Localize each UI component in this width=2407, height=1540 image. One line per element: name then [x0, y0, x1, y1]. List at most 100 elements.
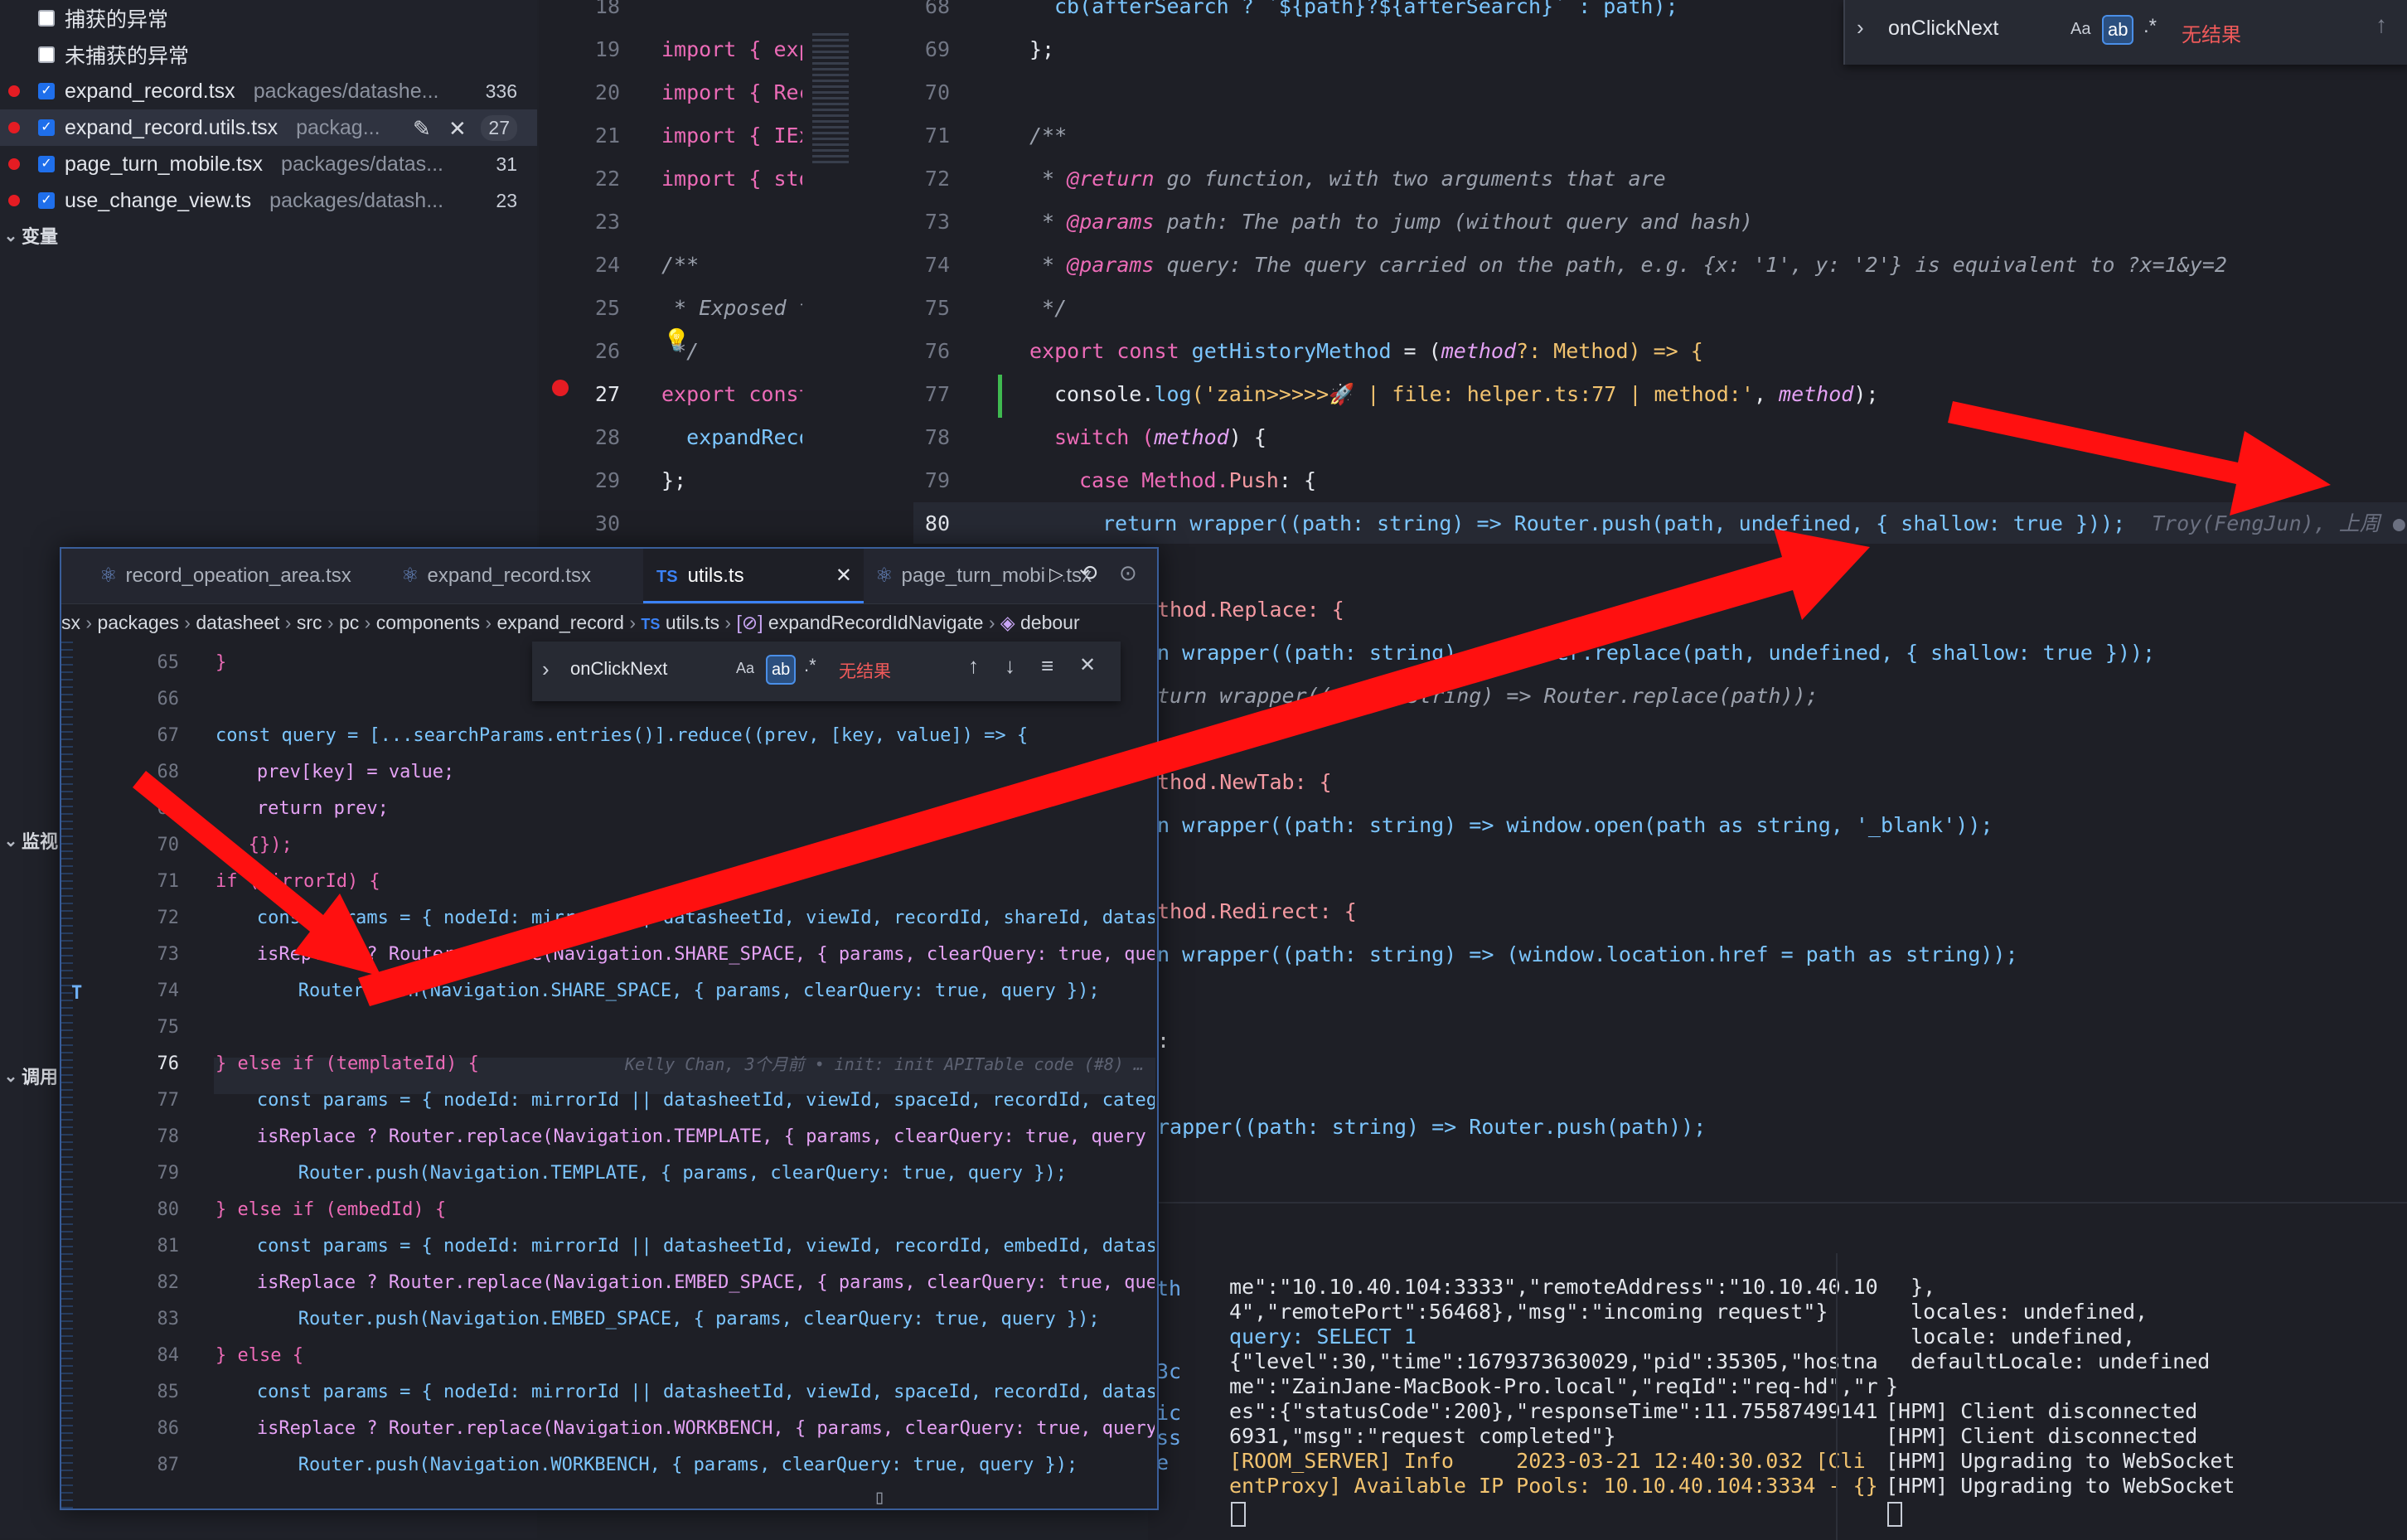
- react-icon: ⚛: [99, 564, 118, 587]
- line-number: 82: [157, 1272, 180, 1293]
- keyword: export const: [1029, 339, 1192, 363]
- chevron-right-icon[interactable]: ›: [542, 656, 550, 682]
- keyword: switch (: [1054, 425, 1155, 449]
- callstack-section-header[interactable]: ⌄ 调用: [0, 1061, 58, 1091]
- floating-editor-window[interactable]: ⚛ record_opeation_area.tsx ⚛ expand_record…: [60, 547, 1159, 1510]
- checkbox[interactable]: ✓: [38, 119, 55, 136]
- breadcrumb-item[interactable]: utils.ts: [666, 612, 719, 633]
- terminal-split-divider[interactable]: [1836, 1253, 1838, 1540]
- code-line: }, {});: [216, 835, 293, 855]
- exception-caught-row[interactable]: 捕获的异常: [0, 0, 537, 36]
- checkbox[interactable]: ✓: [38, 156, 55, 172]
- terminal-line: es":{"statusCode":200},"responseTime":11…: [1229, 1399, 1878, 1423]
- close-icon[interactable]: ✕: [448, 116, 467, 141]
- breadcrumb-item[interactable]: datasheet: [196, 612, 279, 633]
- breakpoint-path: packages/datashe...: [253, 79, 439, 103]
- breadcrumb-item[interactable]: expandRecordIdNavigate: [768, 612, 984, 633]
- find-input[interactable]: onClickNext: [1888, 17, 1998, 41]
- minimap[interactable]: [812, 33, 849, 166]
- breadcrumb-item[interactable]: components: [376, 612, 480, 633]
- code-line: };: [661, 468, 687, 492]
- arrow-down-icon[interactable]: ↓: [1005, 653, 1015, 679]
- breakpoint-actions: ✎ ✕: [413, 116, 467, 142]
- whole-word-button[interactable]: ab: [766, 655, 797, 685]
- breakpoint-row[interactable]: ✓ expand_record.tsx packages/datashe... …: [0, 73, 537, 109]
- breadcrumb-item[interactable]: packages: [97, 612, 178, 633]
- line-number: 74: [157, 981, 180, 1001]
- variables-section-header[interactable]: ⌄ 变量: [0, 220, 537, 250]
- breakpoint-row-active[interactable]: ✓ expand_record.utils.tsx packag... ✎ ✕ …: [0, 109, 537, 146]
- exception-label: 捕获的异常: [65, 8, 169, 31]
- watch-section-header[interactable]: ⌄ 监视: [0, 826, 58, 855]
- code-line: /**: [1029, 123, 1068, 148]
- editor-pane-middle[interactable]: 💡 18 19 20 21 22 23 24 25 26 27 28 29 30…: [539, 0, 913, 547]
- code-line: import { store }: [661, 167, 802, 191]
- section-label: 变量: [22, 226, 59, 247]
- code-line: Router.push(Navigation.SHARE_SPACE, { pa…: [254, 981, 1100, 1001]
- find-widget[interactable]: › onClickNext Aa ab .* 无结果 ↑: [1843, 0, 2407, 65]
- tab-label: utils.ts: [687, 564, 744, 587]
- chevron-down-icon: ⌄: [3, 831, 18, 850]
- checkbox[interactable]: [38, 10, 55, 27]
- terminal-line: 4","remotePort":56468},"msg":"incoming r…: [1229, 1300, 1828, 1324]
- keyword: case Method.: [1079, 468, 1229, 492]
- breadcrumb-item[interactable]: debour: [1020, 612, 1080, 633]
- checkbox[interactable]: [38, 46, 55, 63]
- regex-button[interactable]: .*: [804, 655, 816, 676]
- code-line: thod.NewTab: {: [1157, 770, 1332, 794]
- close-icon[interactable]: ✕: [1079, 653, 1096, 677]
- line-number: 21: [594, 123, 620, 148]
- comment-text: query: The query carried on the path, e.…: [1154, 253, 2227, 277]
- arrow-up-icon[interactable]: ↑: [968, 653, 979, 679]
- line-number: 65: [157, 652, 180, 673]
- terminal-text: ss: [1156, 1426, 1182, 1450]
- history-icon[interactable]: ⟲: [1079, 560, 1097, 586]
- section-label: 监视: [22, 831, 59, 852]
- checkbox[interactable]: ✓: [38, 192, 55, 209]
- breadcrumb-item[interactable]: src: [297, 612, 322, 633]
- compare-icon[interactable]: ⊙: [1119, 560, 1137, 586]
- code-line: expandRecordIr: [686, 425, 802, 449]
- terminal-panel[interactable]: th 3c ic ss e me":"10.10.40.104:3333","r…: [1148, 1202, 2407, 1540]
- exception-uncaught-row[interactable]: 未捕获的异常: [0, 36, 537, 73]
- breakpoint-row[interactable]: ✓ use_change_view.ts packages/datash... …: [0, 182, 537, 219]
- edit-icon[interactable]: ✎: [413, 116, 431, 141]
- string: ('zain>>>>>🚀 | file: helper.ts:77 | meth…: [1191, 382, 1754, 406]
- tab-expand-record[interactable]: ⚛ expand_record.tsx: [401, 549, 666, 603]
- breakpoints-list: 捕获的异常 未捕获的异常 ✓ expand_record.tsx package…: [0, 0, 537, 250]
- breakpoint-row[interactable]: ✓ page_turn_mobile.tsx packages/datas...…: [0, 146, 537, 182]
- regex-button[interactable]: .*: [2143, 15, 2157, 38]
- terminal-line: },: [1886, 1275, 1936, 1299]
- find-widget[interactable]: › onClickNext Aa ab .* 无结果 ↑ ↓ ≡ ✕: [532, 642, 1121, 701]
- arrow-up-icon[interactable]: ↑: [2376, 12, 2387, 38]
- checkbox[interactable]: ✓: [38, 83, 55, 99]
- terminal-line: me":"ZainJane-MacBook-Pro.local","reqId"…: [1229, 1374, 1878, 1398]
- line-number: 75: [157, 1017, 180, 1038]
- terminal-line: locale: undefined,: [1886, 1324, 2136, 1349]
- breakpoint-dot-icon: [8, 85, 20, 97]
- chevron-down-icon: ⌄: [3, 226, 18, 245]
- breadcrumb-item[interactable]: sx: [61, 612, 80, 633]
- breadcrumb-item[interactable]: expand_record: [497, 612, 624, 633]
- whole-word-button[interactable]: ab: [2102, 15, 2134, 45]
- line-number: 80: [157, 1199, 180, 1220]
- terminal-text: ic: [1156, 1401, 1182, 1425]
- breakpoint-file: use_change_view.ts: [65, 188, 252, 212]
- play-icon[interactable]: ▷: [1044, 564, 1063, 585]
- line-number: 80: [924, 511, 950, 535]
- code-area[interactable]: T 65} 66 67 const query = [...searchParams.…: [61, 642, 1157, 1509]
- match-case-button[interactable]: Aa: [2070, 20, 2090, 39]
- find-input[interactable]: onClickNext: [570, 658, 667, 680]
- match-case-button[interactable]: Aa: [736, 660, 754, 677]
- tab-record-opeation-area[interactable]: ⚛ record_opeation_area.tsx: [99, 549, 390, 603]
- tab-utils-ts[interactable]: TS utils.ts ✕: [643, 549, 864, 603]
- react-icon: ⚛: [875, 564, 894, 587]
- line-number: 23: [594, 210, 620, 234]
- overview-ruler: [61, 642, 73, 1509]
- find-in-selection-icon[interactable]: ≡: [1041, 653, 1053, 679]
- breadcrumb-item[interactable]: pc: [339, 612, 359, 633]
- line-number: 84: [157, 1345, 180, 1366]
- code-line: export const getHistoryMethod = (method?…: [1029, 330, 1703, 373]
- close-icon[interactable]: ✕: [835, 549, 852, 603]
- chevron-right-icon[interactable]: ›: [1857, 15, 1864, 41]
